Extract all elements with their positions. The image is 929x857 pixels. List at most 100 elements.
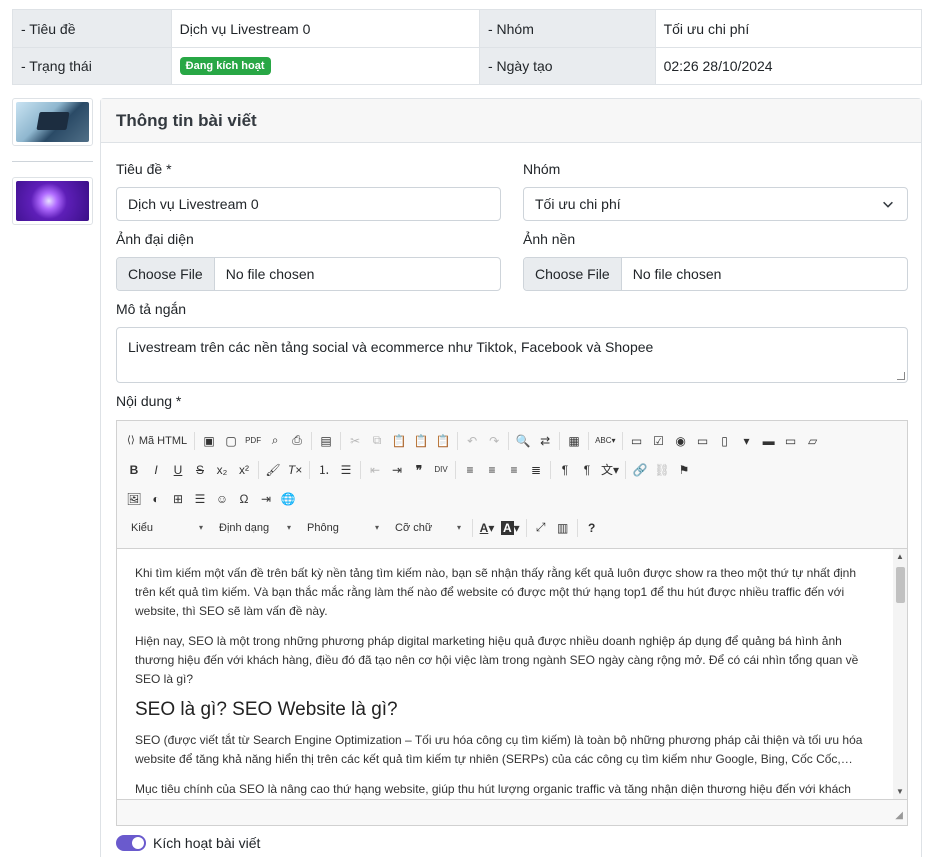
anchor-flag-icon[interactable]: ⚑: [673, 459, 695, 481]
toolbar-row: Kiểu ▾ Định dạng ▾ Phông ▾ Cỡ chữ ▾ A ▾ A ▾ ⤢ …: [123, 513, 901, 542]
form-icon[interactable]: ▭: [626, 430, 648, 452]
save-icon[interactable]: ▣: [198, 430, 220, 452]
ltr-icon[interactable]: ¶: [554, 459, 576, 481]
link-icon[interactable]: 🔗: [629, 459, 651, 481]
page-break-icon[interactable]: ⇥: [255, 488, 277, 510]
scroll-down-icon[interactable]: ▼: [896, 787, 904, 796]
select-all-icon[interactable]: ▦: [563, 430, 585, 452]
select-field-icon[interactable]: ▾: [736, 430, 758, 452]
align-justify-icon[interactable]: ≣: [525, 459, 547, 481]
short-desc-value: Livestream trên các nền tảng social và e…: [128, 339, 654, 355]
horizontal-line-icon[interactable]: ☰: [189, 488, 211, 510]
style-combo[interactable]: Kiểu ▾: [123, 517, 207, 539]
bold-icon[interactable]: B: [123, 459, 145, 481]
blockquote-icon[interactable]: ❞: [408, 459, 430, 481]
source-html-button[interactable]: ⟨⟩ Mã HTML: [123, 430, 191, 452]
short-desc-textarea[interactable]: Livestream trên các nền tảng social và e…: [116, 327, 908, 383]
avatar-choose-file-button[interactable]: Choose File: [117, 258, 215, 290]
summary-status-label: - Trạng thái: [13, 48, 171, 84]
scrollbar-thumb[interactable]: [896, 567, 905, 603]
toolbar-separator: [625, 460, 627, 479]
hidden-field-icon[interactable]: ▱: [802, 430, 824, 452]
spellcheck-icon[interactable]: ABC▾: [592, 430, 618, 452]
textarea-icon[interactable]: ▯: [714, 430, 736, 452]
language-icon[interactable]: 文▾: [598, 459, 622, 481]
print-icon[interactable]: ⎙: [286, 430, 308, 452]
background-file-input[interactable]: Choose File No file chosen: [523, 257, 908, 291]
background-choose-file-button[interactable]: Choose File: [524, 258, 622, 290]
button-field-icon[interactable]: ▬: [758, 430, 780, 452]
copy-format-icon[interactable]: 🖌: [262, 459, 284, 481]
align-right-icon[interactable]: ≡: [503, 459, 525, 481]
resize-handle[interactable]: [897, 372, 905, 380]
toolbar-separator: [508, 431, 510, 450]
templates-icon[interactable]: ▤: [315, 430, 337, 452]
subscript-icon[interactable]: x₂: [211, 459, 233, 481]
editor-resize-grip-icon[interactable]: ◢: [895, 810, 903, 821]
status-badge: Đang kích hoạt: [179, 57, 271, 75]
text-field-icon[interactable]: ▭: [692, 430, 714, 452]
format-combo[interactable]: Định dạng ▾: [211, 517, 295, 539]
title-input[interactable]: Dịch vụ Livestream 0: [116, 187, 501, 221]
paste-word-icon[interactable]: 📋: [432, 430, 454, 452]
editor-scrollbar[interactable]: ▲ ▼: [893, 549, 907, 799]
size-combo[interactable]: Cỡ chữ ▾: [387, 517, 465, 539]
underline-icon[interactable]: U: [167, 459, 189, 481]
outdent-icon[interactable]: ⇤: [364, 459, 386, 481]
paste-icon[interactable]: 📋: [388, 430, 410, 452]
find-icon[interactable]: 🔍: [512, 430, 534, 452]
content-label: Nội dung *: [116, 393, 182, 409]
help-icon[interactable]: ?: [581, 517, 603, 539]
pdf-icon[interactable]: PDF: [242, 430, 264, 452]
group-select[interactable]: Tối ưu chi phí: [523, 187, 908, 221]
new-page-icon[interactable]: ▢: [220, 430, 242, 452]
indent-icon[interactable]: ⇥: [386, 459, 408, 481]
checkbox-icon[interactable]: ☑: [648, 430, 670, 452]
toolbar-separator: [309, 460, 310, 479]
maximize-icon[interactable]: ⤢: [530, 517, 552, 539]
purple-graphic-image: [16, 181, 89, 221]
combo-arrow-icon: ▾: [286, 523, 291, 532]
special-char-icon[interactable]: Ω: [233, 488, 255, 510]
align-left-icon[interactable]: ≡: [459, 459, 481, 481]
flash-icon[interactable]: ◐: [145, 488, 167, 510]
italic-icon[interactable]: I: [145, 459, 167, 481]
iframe-icon[interactable]: 🌐: [277, 488, 299, 510]
preview-icon[interactable]: ⌕: [264, 430, 286, 452]
style-combo-label: Kiểu: [131, 521, 154, 534]
image-icon[interactable]: 🖼: [123, 488, 145, 510]
strike-icon[interactable]: S: [189, 459, 211, 481]
show-blocks-icon[interactable]: ▥: [552, 517, 574, 539]
align-center-icon[interactable]: ≡: [481, 459, 503, 481]
image-button-icon[interactable]: ▭: [780, 430, 802, 452]
superscript-icon[interactable]: x²: [233, 459, 255, 481]
create-div-icon[interactable]: DIV: [430, 459, 452, 481]
radio-icon[interactable]: ◉: [670, 430, 692, 452]
purple-graphic-thumbnail[interactable]: [12, 177, 93, 225]
undo-icon[interactable]: ↶: [461, 430, 483, 452]
rtl-icon[interactable]: ¶: [576, 459, 598, 481]
toolbar-separator: [340, 431, 342, 450]
activate-toggle[interactable]: [116, 835, 146, 851]
smiley-icon[interactable]: ☺: [211, 488, 233, 510]
editor-content-area[interactable]: Khi tìm kiếm một vấn đề trên bất kỳ nền …: [117, 549, 907, 799]
table-icon[interactable]: ⊞: [167, 488, 189, 510]
remove-format-icon[interactable]: T×: [284, 459, 306, 481]
laptop-thumbnail[interactable]: [12, 98, 93, 146]
paste-text-icon[interactable]: 📋: [410, 430, 432, 452]
text-color-icon[interactable]: A ▾: [476, 517, 498, 539]
background-label: Ảnh nền: [523, 231, 576, 247]
bg-color-icon[interactable]: A ▾: [498, 517, 523, 539]
bulleted-list-icon[interactable]: ☰: [335, 459, 357, 481]
font-combo[interactable]: Phông ▾: [299, 517, 383, 539]
source-icon: ⟨⟩: [127, 435, 135, 446]
unlink-icon[interactable]: ⛓: [651, 459, 673, 481]
scroll-up-icon[interactable]: ▲: [896, 552, 904, 561]
avatar-file-status: No file chosen: [225, 266, 315, 282]
copy-icon[interactable]: ⧉: [366, 430, 388, 452]
redo-icon[interactable]: ↷: [483, 430, 505, 452]
replace-icon[interactable]: ⇄: [534, 430, 556, 452]
avatar-file-input[interactable]: Choose File No file chosen: [116, 257, 501, 291]
numbered-list-icon[interactable]: ⒈: [313, 459, 335, 481]
cut-icon[interactable]: ✂: [344, 430, 366, 452]
